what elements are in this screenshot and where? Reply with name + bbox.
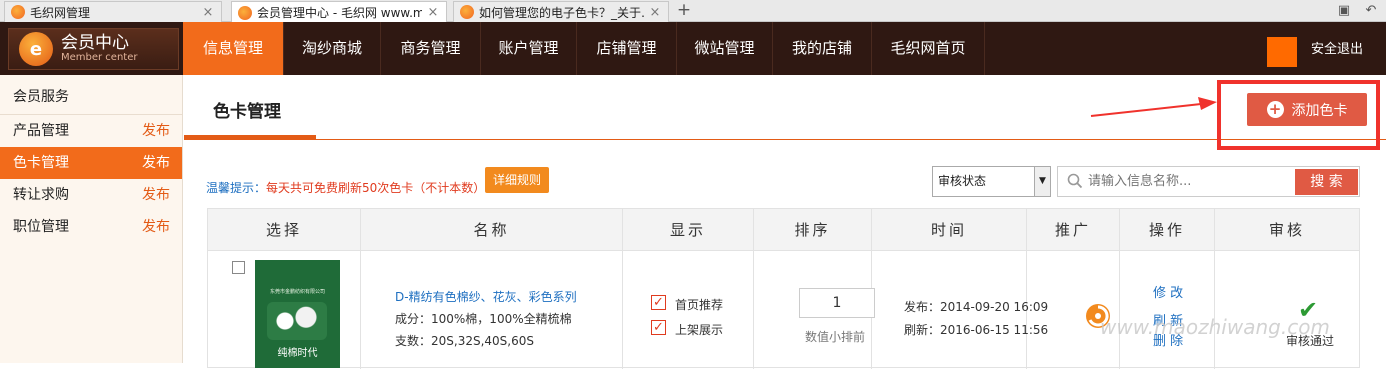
- color-card-table: 选择 名称 显示 排序 时间 推广 操作 审核 东莞市金鹏纺织有限公司 纯棉时代…: [207, 208, 1360, 369]
- row-select-checkbox[interactable]: [232, 261, 245, 274]
- color-card-name-link[interactable]: D-精纺有色棉纱、花灰、彩色系列: [395, 288, 577, 305]
- column-header: 显示: [623, 209, 754, 251]
- add-color-card-button[interactable]: + 添加色卡: [1247, 93, 1367, 126]
- sort-order-input[interactable]: 1: [799, 288, 875, 318]
- cotton-flower-image: [267, 302, 327, 340]
- browser-tab-2[interactable]: 会员管理中心 - 毛织网 www.m ×: [231, 1, 447, 23]
- listed-display-checkbox[interactable]: ✓: [651, 320, 666, 335]
- sidebar-item-label: 职位管理: [13, 219, 69, 235]
- refresh-time: 刷新：2016-06-15 11:56: [904, 323, 1049, 337]
- sidebar-item-products[interactable]: 产品管理 发布: [0, 115, 182, 147]
- browser-tab-strip: 毛织网管理 × 会员管理中心 - 毛织网 www.m × 如何管理您的电子色卡？…: [0, 0, 1386, 23]
- page-title: 色卡管理: [213, 102, 281, 122]
- column-header: 排序: [754, 209, 872, 251]
- top-navigation: e 会员中心 Member center 信息管理 淘纱商城 商务管理 账户管理…: [0, 22, 1386, 75]
- tip-label: 温馨提示：: [206, 181, 267, 195]
- restore-tabs-icon[interactable]: ▣: [1336, 3, 1352, 19]
- nav-home[interactable]: 毛织网首页: [872, 22, 985, 75]
- homepage-recommend-checkbox[interactable]: ✓: [651, 295, 666, 310]
- tab-title: 毛织网管理: [30, 5, 91, 20]
- plus-icon: +: [1266, 101, 1284, 118]
- column-header: 选择: [208, 209, 361, 251]
- column-header: 操作: [1120, 209, 1215, 251]
- nav-account-management[interactable]: 账户管理: [481, 22, 577, 75]
- tip-text: 温馨提示：每天共可免费刷新50次色卡（不计本数）: [206, 179, 485, 196]
- tab-title: 会员管理中心 - 毛织网 www.m: [257, 6, 422, 20]
- edit-link[interactable]: 修 改: [1153, 282, 1183, 301]
- close-icon[interactable]: ×: [201, 5, 215, 20]
- search-button[interactable]: 搜 索: [1295, 169, 1358, 195]
- sidebar-item-label: 转让求购: [13, 187, 69, 203]
- column-header: 名称: [361, 209, 623, 251]
- chevron-down-icon[interactable]: ▼: [1034, 167, 1050, 196]
- select-value: 审核状态: [938, 174, 987, 188]
- logo-title: 会员中心: [61, 33, 129, 53]
- sidebar-item-label: 色卡管理: [13, 155, 69, 171]
- red-arrow-annotation: [1090, 97, 1217, 117]
- column-header: 时间: [872, 209, 1027, 251]
- column-header: 推广: [1027, 209, 1120, 251]
- undo-close-icon[interactable]: ↶: [1363, 3, 1379, 19]
- close-icon[interactable]: ×: [648, 5, 662, 20]
- nav-microsite-management[interactable]: 微站管理: [677, 22, 773, 75]
- sort-note: 数值小排前: [805, 330, 866, 344]
- listed-display-label: 上架展示: [675, 323, 724, 337]
- nav-shop-management[interactable]: 店铺管理: [577, 22, 677, 75]
- nav-info-management[interactable]: 信息管理: [183, 22, 284, 75]
- sidebar-item-label: 产品管理: [13, 123, 69, 139]
- site-favicon-icon: [238, 5, 252, 20]
- logo-subtitle: Member center: [61, 52, 138, 63]
- new-tab-button[interactable]: +: [674, 1, 694, 21]
- browser-tab-1[interactable]: 毛织网管理 ×: [4, 1, 222, 22]
- table-header: 选择 名称 显示 排序 时间 推广 操作 审核: [208, 209, 1359, 251]
- sidebar: 会员服务 产品管理 发布 色卡管理 发布 转让求购 发布 职位管理 发布: [0, 75, 183, 363]
- thumb-company-text: 东莞市金鹏纺织有限公司: [269, 289, 325, 295]
- sidebar-publish-link[interactable]: 发布: [142, 115, 170, 147]
- column-header: 审核: [1268, 221, 1305, 239]
- watermark: www.maozhiwang.com: [1100, 315, 1330, 339]
- search-input[interactable]: [1088, 167, 1288, 196]
- sidebar-publish-link[interactable]: 发布: [142, 211, 170, 243]
- logout-link[interactable]: 安全退出: [1311, 22, 1363, 75]
- close-icon[interactable]: ×: [426, 5, 440, 20]
- sidebar-item-color-cards[interactable]: 色卡管理 发布: [0, 147, 182, 179]
- thumb-caption: 纯棉时代: [277, 348, 318, 359]
- search-box: 搜 索: [1057, 166, 1360, 197]
- audit-status-select[interactable]: 审核状态 ▼: [932, 166, 1051, 197]
- tab-title: 如何管理您的电子色卡？_关于…: [479, 5, 644, 20]
- sidebar-item-transfer-purchase[interactable]: 转让求购 发布: [0, 179, 182, 211]
- sidebar-publish-link[interactable]: 发布: [142, 179, 170, 211]
- publish-time: 发布：2014-09-20 16:09: [904, 300, 1049, 314]
- logo-mark-icon: e: [19, 32, 53, 66]
- composition-text: 成分：100%棉，100%全精梳棉: [395, 312, 572, 326]
- nav-my-shop[interactable]: 我的店铺: [773, 22, 872, 75]
- color-card-thumbnail[interactable]: 东莞市金鹏纺织有限公司 纯棉时代: [255, 260, 340, 368]
- site-favicon-icon: [460, 5, 474, 19]
- sidebar-item-jobs[interactable]: 职位管理 发布: [0, 211, 182, 243]
- member-center-logo[interactable]: e 会员中心 Member center: [8, 28, 179, 70]
- sidebar-publish-link[interactable]: 发布: [142, 147, 170, 179]
- nav-business-management[interactable]: 商务管理: [381, 22, 481, 75]
- tip-message: 每天共可免费刷新50次色卡（不计本数）: [266, 181, 486, 195]
- detailed-rules-button[interactable]: 详细规则: [485, 167, 549, 193]
- avatar[interactable]: [1267, 37, 1297, 67]
- sidebar-title: 会员服务: [0, 75, 182, 115]
- browser-tab-3[interactable]: 如何管理您的电子色卡？_关于… ×: [453, 1, 669, 22]
- nav-yarn-mall[interactable]: 淘纱商城: [284, 22, 381, 75]
- homepage-recommend-label: 首页推荐: [675, 298, 724, 312]
- site-favicon-icon: [11, 5, 25, 19]
- count-text: 支数：20S,32S,40S,60S: [395, 334, 534, 348]
- add-button-label: 添加色卡: [1291, 102, 1348, 119]
- title-underline: [184, 135, 316, 140]
- search-icon: [1067, 173, 1083, 189]
